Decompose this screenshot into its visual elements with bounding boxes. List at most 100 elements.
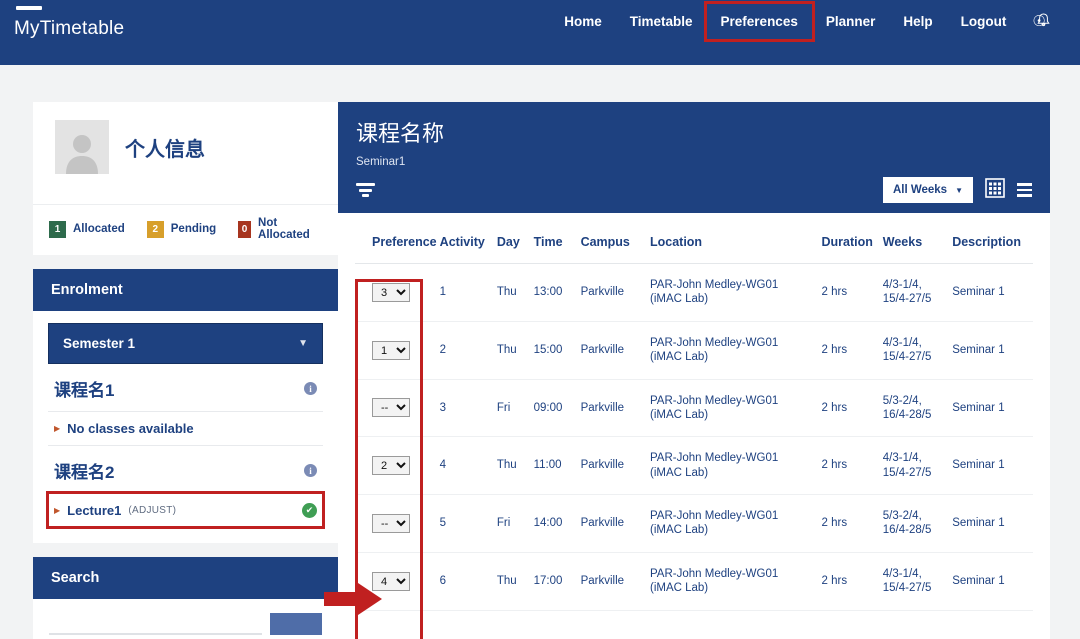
- cell-duration: 2 hrs: [818, 494, 880, 553]
- app-root: MyTimetable Home Timetable Preferences P…: [0, 0, 1080, 639]
- location-line-2: (iMAC Lab): [649, 293, 709, 306]
- cell-campus: Parkville: [577, 552, 647, 611]
- legend-label-not-allocated: Not Allocated: [258, 217, 310, 241]
- cell-activity: 1: [436, 263, 494, 322]
- weeks-line-2: 16/4-28/5: [882, 524, 932, 537]
- nav-item-home[interactable]: Home: [550, 4, 616, 39]
- location-line-1: PAR-John Medley-WG01: [649, 510, 779, 522]
- brand-title: MyTimetable: [14, 18, 125, 39]
- course-name-2: 课程名2 i: [48, 445, 323, 493]
- cell-description: Seminar 1: [949, 436, 1033, 495]
- top-navigation-bar: MyTimetable Home Timetable Preferences P…: [0, 0, 1080, 65]
- search-section-body: [33, 599, 338, 639]
- cell-location: PAR-John Medley-WG01 (iMAC Lab): [646, 379, 819, 438]
- status-badge-not-allocated: 0: [238, 220, 252, 238]
- nav-item-logout[interactable]: Logout: [947, 4, 1021, 39]
- nav-item-planner[interactable]: Planner: [812, 4, 890, 39]
- col-header-duration[interactable]: Duration: [818, 213, 880, 264]
- col-header-location[interactable]: Location: [646, 213, 819, 264]
- cell-preference: --123456: [355, 263, 437, 322]
- chevron-down-icon: ▼: [298, 338, 308, 349]
- weeks-filter-value: All Weeks: [892, 184, 948, 196]
- cell-day: Thu: [493, 552, 531, 611]
- hamburger-icon[interactable]: [16, 6, 42, 10]
- col-header-time[interactable]: Time: [530, 213, 578, 264]
- nav-item-timetable[interactable]: Timetable: [616, 4, 707, 39]
- col-header-activity[interactable]: Activity: [436, 213, 494, 264]
- info-icon-course-1[interactable]: i: [304, 382, 317, 395]
- class-row-lecture1[interactable]: ▶ Lecture1 (ADJUST) ✔: [46, 491, 325, 529]
- page-subtitle: Seminar1: [356, 156, 406, 168]
- class-adjust-tag: (ADJUST): [128, 505, 177, 516]
- cell-preference: --123456: [355, 379, 437, 438]
- location-line-2: (iMAC Lab): [649, 524, 709, 537]
- location-line-1: PAR-John Medley-WG01: [649, 567, 779, 580]
- table-body: --1234561Thu13:00ParkvillePAR-John Medle…: [355, 263, 1033, 611]
- nav-item-preferences[interactable]: Preferences: [703, 0, 815, 42]
- weeks-line-1: 5/3-2/4,: [882, 510, 922, 522]
- profile-name: 个人信息: [125, 138, 205, 161]
- col-header-weeks[interactable]: Weeks: [879, 213, 950, 264]
- cell-day: Thu: [493, 321, 531, 380]
- grid-view-icon[interactable]: [985, 177, 1005, 203]
- preference-select-row-6[interactable]: --123456: [372, 571, 410, 591]
- search-input[interactable]: [49, 613, 262, 635]
- sidebar: 个人信息 1 Allocated 2 Pending 0 Not Allocat…: [33, 102, 338, 639]
- status-badge-allocated: 1: [49, 220, 66, 238]
- allocated-check-icon: ✔: [302, 503, 317, 518]
- main-panel-header: 课程名称 Seminar1 All Weeks ▼: [338, 102, 1050, 213]
- search-button[interactable]: [270, 613, 322, 635]
- cell-location: PAR-John Medley-WG01 (iMAC Lab): [646, 321, 819, 380]
- class-row-no-classes[interactable]: ▶ No classes available: [48, 411, 323, 445]
- cell-weeks: 4/3-1/4, 15/4-27/5: [879, 436, 950, 495]
- user-avatar-icon: [55, 120, 109, 174]
- col-header-description[interactable]: Description: [949, 213, 1033, 264]
- preference-select-row-2[interactable]: --123456: [372, 340, 410, 360]
- enrolment-section-body: Semester 1 ▼ 课程名1 i ▶ No classes availab…: [33, 311, 338, 543]
- cell-activity: 5: [436, 494, 494, 553]
- location-line-2: (iMAC Lab): [649, 466, 709, 479]
- preference-select-row-5[interactable]: --123456: [372, 513, 410, 533]
- cell-duration: 2 hrs: [818, 263, 880, 322]
- table-row: --123456 4Thu11:00ParkvillePAR-John Medle…: [355, 436, 1033, 495]
- location-line-1: PAR-John Medley-WG01: [649, 394, 779, 407]
- preference-select-row-3[interactable]: --123456: [372, 398, 410, 418]
- list-view-icon[interactable]: [1017, 183, 1032, 197]
- col-header-day[interactable]: Day: [493, 213, 531, 264]
- cell-time: 17:00: [530, 552, 578, 611]
- cell-description: Seminar 1: [949, 321, 1033, 380]
- legend-item-pending: 2 Pending: [146, 220, 216, 238]
- legend-item-not-allocated: 0 Not Allocated: [238, 217, 314, 241]
- notification-bell-icon[interactable]: ☉: [1020, 2, 1062, 40]
- col-header-preference[interactable]: Preference: [355, 213, 437, 264]
- chevron-down-icon: ▼: [955, 185, 963, 195]
- weeks-filter-dropdown[interactable]: All Weeks ▼: [882, 177, 973, 203]
- preference-select-row-1[interactable]: --123456: [372, 282, 410, 302]
- weeks-line-2: 15/4-27/5: [882, 582, 932, 595]
- col-header-campus[interactable]: Campus: [577, 213, 647, 264]
- preference-select-row-4[interactable]: --123456: [372, 456, 410, 476]
- filter-funnel-icon[interactable]: [356, 183, 375, 197]
- cell-campus: Parkville: [577, 436, 647, 495]
- semester-selector[interactable]: Semester 1 ▼: [48, 323, 323, 364]
- cell-location: PAR-John Medley-WG01 (iMAC Lab): [646, 494, 819, 553]
- cell-weeks: 4/3-1/4, 15/4-27/5: [879, 321, 950, 380]
- cell-time: 11:00: [530, 436, 578, 495]
- brand-area[interactable]: MyTimetable: [14, 6, 124, 40]
- status-badge-pending: 2: [146, 220, 164, 238]
- weeks-line-1: 4/3-1/4,: [882, 452, 922, 465]
- table-row: --123456 2Thu15:00ParkvillePAR-John Medle…: [355, 321, 1033, 380]
- table-header-row: Preference Activity Day Time Campus Loca…: [355, 213, 1033, 264]
- nav-item-help[interactable]: Help: [889, 4, 946, 39]
- profile-row: 个人信息: [33, 102, 338, 204]
- main-toolbar: All Weeks ▼: [356, 177, 1032, 203]
- weeks-line-2: 15/4-27/5: [882, 293, 932, 306]
- cell-activity: 3: [436, 379, 494, 438]
- cell-activity: 6: [436, 552, 494, 611]
- location-line-2: (iMAC Lab): [649, 408, 709, 421]
- cell-weeks: 5/3-2/4, 16/4-28/5: [879, 379, 950, 438]
- page-content: 个人信息 1 Allocated 2 Pending 0 Not Allocat…: [0, 65, 1080, 639]
- info-icon-course-2[interactable]: i: [304, 464, 317, 477]
- cell-time: 13:00: [530, 263, 578, 322]
- cell-day: Fri: [493, 494, 531, 553]
